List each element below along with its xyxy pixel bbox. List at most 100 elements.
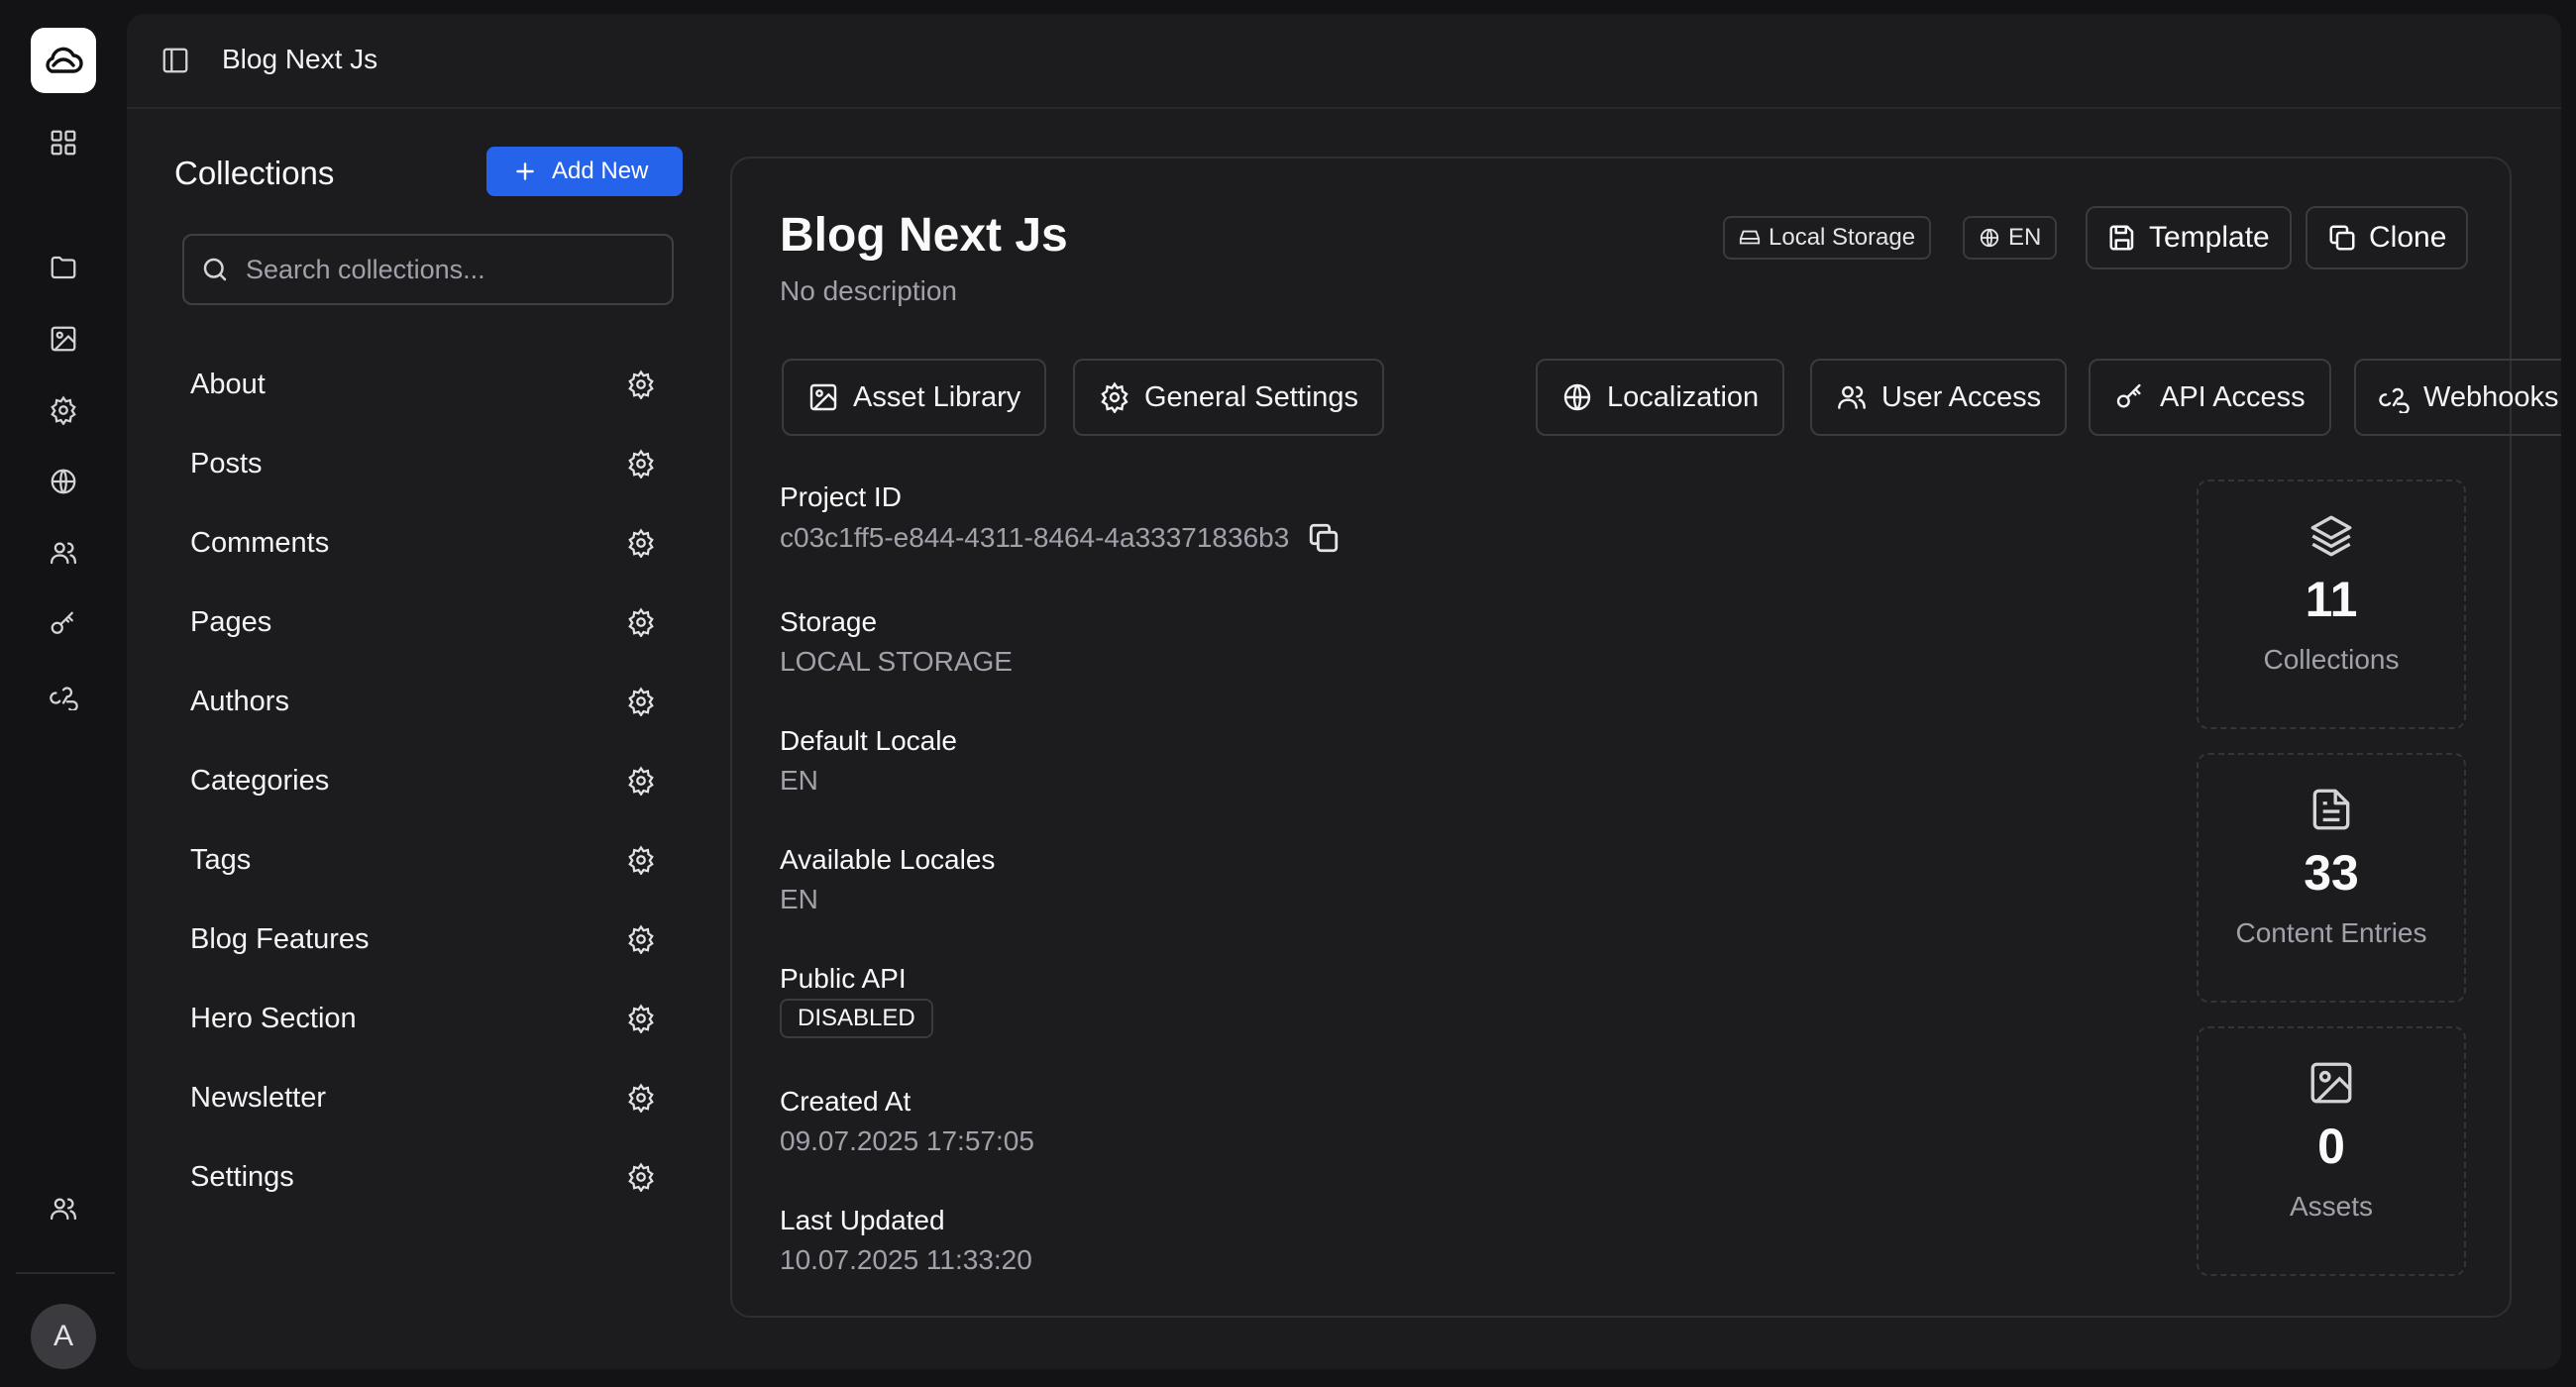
gear-icon[interactable] (626, 1004, 656, 1033)
webhook-icon (2378, 381, 2410, 413)
collection-label: Newsletter (190, 1081, 326, 1114)
tab-label: Webhooks (2423, 380, 2559, 413)
stat-value: 11 (2305, 572, 2358, 627)
copy-icon (2327, 223, 2357, 253)
last-updated-value: 10.07.2025 11:33:20 (780, 1244, 1032, 1275)
collection-item[interactable]: Tags (190, 820, 656, 900)
image-icon (2307, 1058, 2356, 1108)
sidebar-toggle-icon[interactable] (161, 46, 190, 75)
collection-item[interactable]: Blog Features (190, 900, 656, 979)
app-logo[interactable] (31, 28, 96, 93)
collection-item[interactable]: Authors (190, 662, 656, 741)
gear-icon[interactable] (626, 1162, 656, 1192)
project-title: Blog Next Js (780, 209, 1068, 262)
gear-icon[interactable] (626, 687, 656, 716)
collection-item[interactable]: Pages (190, 583, 656, 662)
tab-api-access[interactable]: API Access (2089, 359, 2331, 436)
webhook-icon[interactable] (44, 676, 83, 715)
storage-badge: Local Storage (1723, 216, 1932, 260)
gear-icon[interactable] (626, 370, 656, 399)
dashboard-icon[interactable] (44, 123, 83, 162)
stat-value: 0 (2317, 1119, 2345, 1174)
tab-asset-library[interactable]: Asset Library (782, 359, 1047, 436)
created-at-field: Created At 09.07.2025 17:57:05 (780, 1086, 1034, 1157)
collections-panel: Collections Add New About Posts Comments… (174, 143, 709, 1193)
collection-item[interactable]: Posts (190, 424, 656, 503)
collection-item[interactable]: Comments (190, 503, 656, 583)
available-locales-label: Available Locales (780, 844, 996, 875)
locale-badge: EN (1963, 216, 2058, 260)
gear-icon[interactable] (626, 766, 656, 796)
globe-icon (1979, 227, 2000, 249)
collections-title: Collections (174, 155, 335, 191)
default-locale-value: EN (780, 765, 818, 796)
project-id-value: c03c1ff5-e844-4311-8464-4a33371836b3 (780, 522, 1290, 553)
tab-user-access[interactable]: User Access (1810, 359, 2068, 436)
project-id-field: Project ID c03c1ff5-e844-4311-8464-4a333… (780, 481, 1341, 555)
key-icon[interactable] (44, 604, 83, 644)
default-locale-field: Default Locale EN (780, 725, 957, 797)
gear-icon[interactable] (626, 607, 656, 637)
collection-label: Categories (190, 764, 330, 797)
stat-label: Content Entries (2235, 917, 2427, 948)
gear-icon[interactable] (626, 924, 656, 954)
created-at-value: 09.07.2025 17:57:05 (780, 1125, 1034, 1156)
image-icon[interactable] (44, 319, 83, 359)
folder-icon[interactable] (44, 248, 83, 287)
breadcrumb-title: Blog Next Js (222, 44, 378, 74)
tab-webhooks[interactable]: Webhooks (2354, 359, 2561, 436)
gear-icon[interactable] (626, 1083, 656, 1113)
app-panel: Blog Next Js Collections Add New About P… (127, 14, 2561, 1369)
hard-drive-icon (1739, 227, 1761, 249)
tab-general-settings[interactable]: General Settings (1073, 359, 1385, 436)
globe-icon (1561, 381, 1593, 413)
available-locales-field: Available Locales EN (780, 844, 995, 915)
search-input[interactable] (246, 254, 642, 285)
gear-icon[interactable] (626, 845, 656, 875)
tab-label: General Settings (1144, 380, 1359, 413)
collection-item[interactable]: Hero Section (190, 979, 656, 1058)
tab-localization[interactable]: Localization (1536, 359, 1785, 436)
storage-field: Storage LOCAL STORAGE (780, 606, 1013, 678)
storage-value: LOCAL STORAGE (780, 646, 1013, 677)
locale-badge-label: EN (2008, 224, 2042, 251)
clone-button[interactable]: Clone (2306, 206, 2469, 269)
collection-label: Posts (190, 447, 263, 480)
stat-value: 33 (2304, 845, 2359, 901)
users-icon[interactable] (44, 533, 83, 573)
default-locale-label: Default Locale (780, 725, 958, 756)
avatar-initial: A (53, 1320, 73, 1352)
project-card: Blog Next Js No description Local Storag… (730, 157, 2561, 1318)
storage-badge-label: Local Storage (1769, 224, 1916, 251)
collection-item[interactable]: Settings (190, 1137, 656, 1217)
tab-label: Localization (1607, 380, 1760, 413)
globe-icon[interactable] (44, 462, 83, 501)
tab-label: API Access (2160, 380, 2306, 413)
collection-label: About (190, 368, 266, 400)
settings-icon (1099, 381, 1130, 413)
settings-icon[interactable] (44, 390, 83, 430)
last-updated-label: Last Updated (780, 1205, 945, 1235)
stat-assets: 0 Assets (2197, 1026, 2466, 1276)
image-icon (807, 381, 839, 413)
collection-item[interactable]: Categories (190, 741, 656, 820)
template-label: Template (2149, 221, 2270, 254)
team-icon[interactable] (44, 1189, 83, 1228)
add-new-button[interactable]: Add New (486, 147, 683, 196)
gear-icon[interactable] (626, 528, 656, 558)
copy-icon[interactable] (1307, 521, 1341, 555)
status-badge: DISABLED (780, 999, 933, 1038)
clone-label: Clone (2369, 221, 2447, 254)
collection-item[interactable]: About (190, 345, 656, 424)
rail-divider (16, 1272, 115, 1274)
template-button[interactable]: Template (2086, 206, 2292, 269)
search-box (182, 234, 674, 305)
user-avatar[interactable]: A (31, 1304, 96, 1369)
collection-label: Settings (190, 1160, 294, 1193)
tab-label: User Access (1881, 380, 2042, 413)
plus-icon (512, 159, 538, 184)
collection-item[interactable]: Newsletter (190, 1058, 656, 1137)
layers-icon (2307, 511, 2356, 561)
users-icon (1836, 381, 1868, 413)
gear-icon[interactable] (626, 449, 656, 479)
